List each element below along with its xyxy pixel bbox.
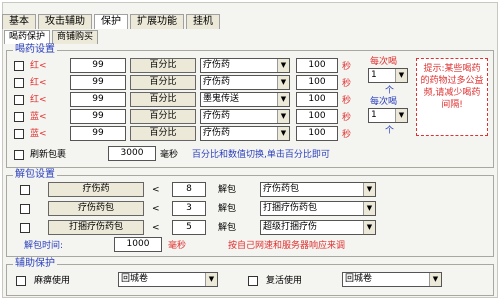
drink-row-unit: 秒	[342, 79, 352, 89]
unpack-row-op: <	[152, 185, 160, 195]
drink-row-unit: 秒	[342, 96, 352, 106]
unpack-row-num[interactable]: 8	[172, 182, 206, 197]
each-drink-select-1[interactable]: 1 ▼	[368, 68, 408, 83]
drink-row-mode-button[interactable]: 百分比	[130, 126, 196, 141]
drink-row-label: 蓝<	[30, 129, 47, 139]
drink-row-unit: 秒	[342, 62, 352, 72]
chevron-down-icon: ▼	[395, 69, 407, 82]
paralysis-use-label: 麻痹使用	[34, 276, 71, 286]
chevron-down-icon: ▼	[277, 93, 289, 106]
revive-use-checkbox[interactable]	[248, 276, 258, 286]
refresh-hint: 百分比和数值切换,单击百分比即可	[192, 150, 330, 160]
subtab-shop-buy[interactable]: 商铺购买	[52, 30, 99, 44]
revive-use-label: 复活使用	[266, 276, 303, 286]
sub-tabs: 喝药保护 商铺购买	[4, 30, 100, 44]
revive-use-select[interactable]: 回城卷 ▼	[342, 272, 442, 287]
drink-row-qty[interactable]: 100	[296, 126, 338, 141]
drink-row-mode-button[interactable]: 百分比	[130, 109, 196, 124]
drink-row-qty[interactable]: 100	[296, 92, 338, 107]
drink-row-qty[interactable]: 100	[296, 58, 338, 73]
unpack-row-item-button[interactable]: 打捆疗伤药包	[48, 220, 144, 235]
refresh-input[interactable]: 3000	[108, 146, 156, 161]
unpack-row-pkg-select[interactable]: 超级打捆疗伤 ▼	[260, 220, 376, 235]
unpack-row-op: <	[152, 204, 160, 214]
paralysis-use-checkbox[interactable]	[16, 276, 26, 286]
drink-row-checkbox[interactable]	[14, 95, 24, 105]
drink-note: 提示:某些喝药的药物过多公益频,请减少喝药间隔!	[416, 58, 488, 136]
chevron-down-icon: ▼	[429, 273, 441, 286]
each-drink-label-1: 每次喝	[370, 57, 398, 67]
drink-row-checkbox[interactable]	[14, 61, 24, 71]
drink-row-item-select[interactable]: 墨鬼传送 ▼	[200, 92, 290, 107]
drink-row-label: 蓝<	[30, 112, 47, 122]
drink-row-item-select[interactable]: 疗伤药 ▼	[200, 58, 290, 73]
refresh-unit: 毫秒	[160, 150, 179, 160]
drink-row-value[interactable]: 99	[70, 109, 126, 124]
main-tabs: 基本 攻击辅助 保护 扩展功能 挂机	[2, 14, 222, 29]
chevron-down-icon: ▼	[205, 273, 217, 286]
unpack-time-input[interactable]: 1000	[114, 237, 162, 252]
drink-settings-title: 喝药设置	[13, 44, 57, 56]
subtab-drink-protect[interactable]: 喝药保护	[4, 30, 51, 44]
paralysis-use-select[interactable]: 回城卷 ▼	[118, 272, 218, 287]
tab-hangup[interactable]: 挂机	[186, 14, 220, 29]
drink-row-mode-button[interactable]: 百分比	[130, 58, 196, 73]
tab-extension[interactable]: 扩展功能	[130, 14, 184, 29]
chevron-down-icon: ▼	[277, 127, 289, 140]
assist-protect-title: 辅助保护	[13, 258, 57, 270]
drink-row-item-select[interactable]: 疗伤药 ▼	[200, 75, 290, 90]
chevron-down-icon: ▼	[363, 183, 375, 196]
unpack-time-label: 解包时间:	[24, 241, 64, 251]
unpack-time-unit: 毫秒	[168, 241, 187, 251]
drink-row-checkbox[interactable]	[14, 112, 24, 122]
drink-row-value[interactable]: 99	[70, 58, 126, 73]
unpack-row-action: 解包	[218, 204, 237, 214]
each-drink-label-2: 每次喝	[370, 97, 398, 107]
unpack-row-item-button[interactable]: 疗伤药包	[48, 201, 144, 216]
unpack-row-action: 解包	[218, 185, 237, 195]
unpack-row-num[interactable]: 3	[172, 201, 206, 216]
unpack-row-checkbox[interactable]	[20, 185, 30, 195]
tab-basic[interactable]: 基本	[2, 14, 36, 29]
unpack-row-pkg-select[interactable]: 疗伤药包 ▼	[260, 182, 376, 197]
drink-row-mode-button[interactable]: 百分比	[130, 75, 196, 90]
refresh-checkbox[interactable]	[14, 150, 24, 160]
chevron-down-icon: ▼	[363, 221, 375, 234]
drink-row-checkbox[interactable]	[14, 78, 24, 88]
drink-row-value[interactable]: 99	[70, 126, 126, 141]
drink-row-mode-button[interactable]: 百分比	[130, 92, 196, 107]
drink-row-unit: 秒	[342, 130, 352, 140]
refresh-label: 刷新包裹	[30, 150, 67, 160]
drink-row-unit: 秒	[342, 113, 352, 123]
drink-row-item-select[interactable]: 疗伤药 ▼	[200, 126, 290, 141]
unpack-time-hint: 按自己网速和服务器响应来调	[228, 241, 346, 251]
drink-row-qty[interactable]: 100	[296, 75, 338, 90]
unpack-settings-title: 解包设置	[13, 169, 57, 181]
unpack-row-action: 解包	[218, 223, 237, 233]
unpack-row-num[interactable]: 5	[172, 220, 206, 235]
drink-row-label: 红<	[30, 78, 47, 88]
unpack-row-op: <	[152, 223, 160, 233]
drink-row-qty[interactable]: 100	[296, 109, 338, 124]
each-drink-select-2[interactable]: 1 ▼	[368, 108, 408, 123]
chevron-down-icon: ▼	[363, 202, 375, 215]
drink-row-item-select[interactable]: 疗伤药 ▼	[200, 109, 290, 124]
chevron-down-icon: ▼	[277, 110, 289, 123]
tab-attack-assist[interactable]: 攻击辅助	[38, 14, 92, 29]
drink-row-value[interactable]: 99	[70, 92, 126, 107]
unpack-row-pkg-select[interactable]: 打捆疗伤药包 ▼	[260, 201, 376, 216]
unpack-row-item-button[interactable]: 疗伤药	[48, 182, 144, 197]
drink-row-value[interactable]: 99	[70, 75, 126, 90]
drink-row-checkbox[interactable]	[14, 129, 24, 139]
chevron-down-icon: ▼	[277, 59, 289, 72]
chevron-down-icon: ▼	[277, 76, 289, 89]
unpack-row-checkbox[interactable]	[20, 204, 30, 214]
each-drink-unit-2: 个	[385, 126, 395, 136]
drink-row-label: 红<	[30, 95, 47, 105]
unpack-row-checkbox[interactable]	[20, 223, 30, 233]
drink-row-label: 红<	[30, 61, 47, 71]
chevron-down-icon: ▼	[395, 109, 407, 122]
tab-protect[interactable]: 保护	[94, 14, 128, 29]
